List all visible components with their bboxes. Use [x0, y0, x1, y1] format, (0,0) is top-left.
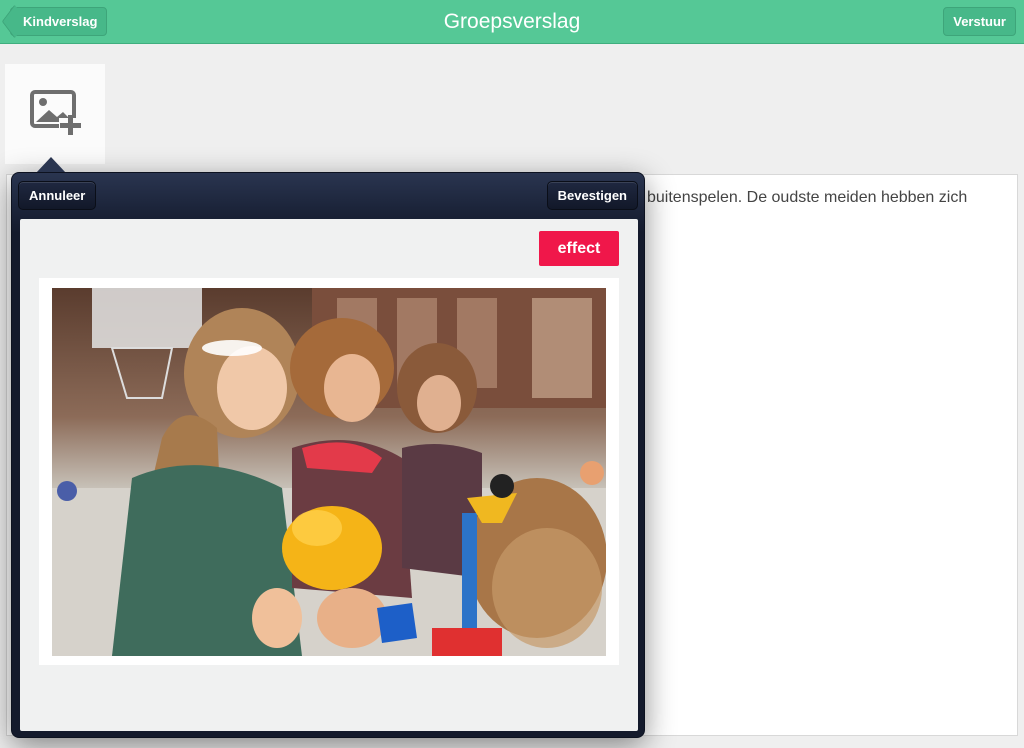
photo-children-playing: [52, 288, 606, 656]
effect-button[interactable]: effect: [539, 231, 619, 266]
selected-photo: [52, 288, 606, 656]
navigation-bar: Kindverslag Groepsverslag Verstuur: [0, 0, 1024, 44]
send-button[interactable]: Verstuur: [943, 7, 1016, 36]
popover-arrow: [36, 157, 66, 173]
report-text: buitenspelen. De oudste meiden hebben zi…: [647, 189, 968, 206]
image-frame: [39, 278, 619, 665]
photo-popover: Annuleer Bevestigen effect: [11, 172, 645, 738]
cancel-button[interactable]: Annuleer: [18, 181, 97, 210]
page-title: Groepsverslag: [443, 10, 581, 33]
popover-content: effect: [20, 219, 638, 731]
back-button-label: Kindverslag: [23, 14, 98, 29]
add-photo-button[interactable]: [5, 64, 105, 164]
confirm-button[interactable]: Bevestigen: [546, 181, 638, 210]
add-photo-icon: [30, 90, 81, 135]
